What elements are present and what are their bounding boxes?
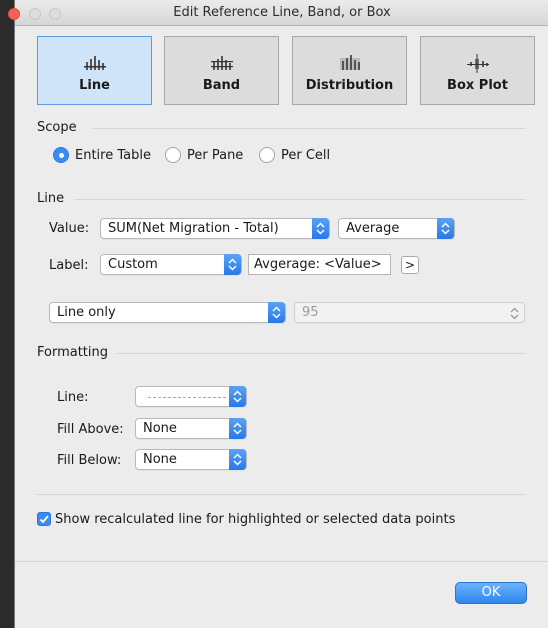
- scope-per-pane-radio[interactable]: Per Pane: [165, 146, 243, 164]
- radio-unselected-indicator: [165, 147, 181, 163]
- distribution-chart-icon: [339, 55, 360, 70]
- window-title: Edit Reference Line, Band, or Box: [173, 5, 391, 20]
- chevron-updown-icon: [229, 418, 246, 439]
- box-plot-icon: [466, 54, 489, 73]
- value-label: Value:: [49, 221, 90, 236]
- formatting-divider: [117, 353, 525, 354]
- recalc-checkbox[interactable]: [37, 512, 51, 526]
- radio-unselected-indicator: [259, 147, 275, 163]
- type-line-label: Line: [79, 78, 110, 93]
- line-divider: [75, 199, 525, 200]
- label-text-field[interactable]: [248, 254, 391, 275]
- line-heading: Line: [37, 191, 65, 206]
- confidence-text: 95: [302, 305, 319, 320]
- label-type-select[interactable]: Custom: [100, 254, 242, 275]
- aggregation-text: Average: [346, 221, 400, 236]
- scope-entire-table-radio[interactable]: Entire Table: [53, 146, 151, 164]
- chevron-updown-icon: [510, 307, 519, 320]
- scope-per-cell-radio[interactable]: Per Cell: [259, 146, 330, 164]
- chevron-updown-icon: [437, 218, 454, 239]
- type-band-label: Band: [202, 78, 241, 93]
- display-select[interactable]: Line only: [49, 302, 286, 323]
- fill-above-label: Fill Above:: [57, 422, 124, 437]
- ok-button[interactable]: OK: [455, 582, 527, 604]
- title-bar: Edit Reference Line, Band, or Box: [8, 0, 548, 26]
- display-text: Line only: [57, 305, 116, 320]
- fill-above-text: None: [143, 421, 177, 436]
- type-band-button[interactable]: Band: [164, 36, 279, 105]
- fill-below-select[interactable]: None: [135, 449, 247, 470]
- formatting-heading: Formatting: [37, 345, 109, 360]
- confidence-select: 95: [294, 302, 525, 323]
- label-label: Label:: [49, 258, 89, 273]
- scope-heading: Scope: [37, 120, 77, 135]
- type-box-plot-label: Box Plot: [447, 78, 508, 93]
- chevron-updown-icon: [312, 218, 329, 239]
- aggregation-select[interactable]: Average: [338, 218, 455, 239]
- radio-selected-indicator: [53, 147, 69, 163]
- type-distribution-label: Distribution: [305, 78, 394, 93]
- scope-divider: [93, 128, 525, 129]
- line-chart-icon: [83, 56, 106, 70]
- label-type-text: Custom: [108, 257, 158, 272]
- scope-per-cell-label: Per Cell: [281, 147, 331, 163]
- footer-divider: [15, 561, 548, 562]
- type-line-button[interactable]: Line: [37, 36, 152, 105]
- fill-below-label: Fill Below:: [57, 453, 122, 468]
- recalc-label: Show recalculated line for highlighted o…: [55, 512, 456, 527]
- formatting-bottom-divider: [37, 494, 525, 495]
- scope-entire-table-label: Entire Table: [75, 147, 151, 163]
- fill-above-select[interactable]: None: [135, 418, 247, 439]
- dashed-line-preview: [148, 397, 226, 398]
- fill-below-text: None: [143, 452, 177, 467]
- scope-per-pane-label: Per Pane: [187, 147, 244, 163]
- line-style-select[interactable]: [135, 386, 247, 407]
- insert-field-button[interactable]: >: [401, 256, 419, 274]
- chevron-updown-icon: [224, 254, 241, 275]
- chevron-updown-icon: [229, 386, 246, 407]
- chevron-updown-icon: [229, 449, 246, 470]
- chevron-updown-icon: [268, 302, 285, 323]
- checkmark-icon: [39, 515, 49, 524]
- dialog-window: Edit Reference Line, Band, or Box Line B…: [8, 0, 548, 628]
- type-distribution-button[interactable]: Distribution: [292, 36, 407, 105]
- band-chart-icon: [210, 56, 233, 70]
- value-field-select[interactable]: SUM(Net Migration - Total): [100, 218, 330, 239]
- value-field-text: SUM(Net Migration - Total): [108, 221, 279, 236]
- line-style-label: Line:: [57, 390, 89, 405]
- label-text-input[interactable]: [249, 255, 390, 274]
- type-box-plot-button[interactable]: Box Plot: [420, 36, 535, 105]
